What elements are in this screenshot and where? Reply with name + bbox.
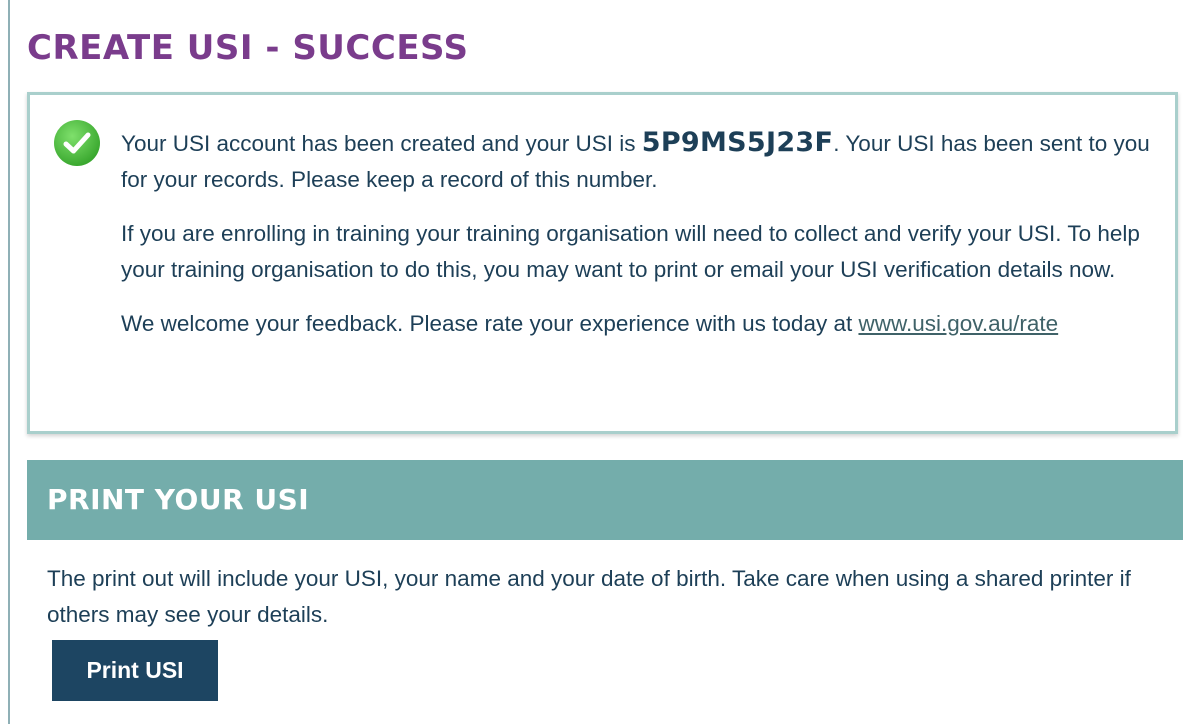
print-description: The print out will include your USI, you… <box>47 566 1131 627</box>
feedback-rate-link[interactable]: www.usi.gov.au/rate <box>858 311 1058 336</box>
print-section-header: PRINT YOUR USI <box>27 460 1183 540</box>
success-message-text: Your USI account has been created and yo… <box>121 125 1151 360</box>
page-title: CREATE USI - SUCCESS <box>27 28 469 68</box>
success-message-box: Your USI account has been created and yo… <box>27 92 1178 434</box>
usi-intro-prefix: Your USI account has been created and yo… <box>121 131 642 156</box>
print-usi-button[interactable]: Print USI <box>52 640 218 701</box>
left-border-rule <box>8 0 10 724</box>
print-section-heading: PRINT YOUR USI <box>47 483 310 516</box>
check-circle-icon <box>54 120 100 166</box>
usi-number: 5P9MS5J23F <box>641 127 834 158</box>
enrolling-paragraph: If you are enrolling in training your tr… <box>121 221 1140 282</box>
feedback-prefix: We welcome your feedback. Please rate yo… <box>121 311 859 336</box>
usi-created-paragraph: Your USI account has been created and yo… <box>121 125 1151 198</box>
feedback-paragraph: We welcome your feedback. Please rate yo… <box>121 306 1151 342</box>
